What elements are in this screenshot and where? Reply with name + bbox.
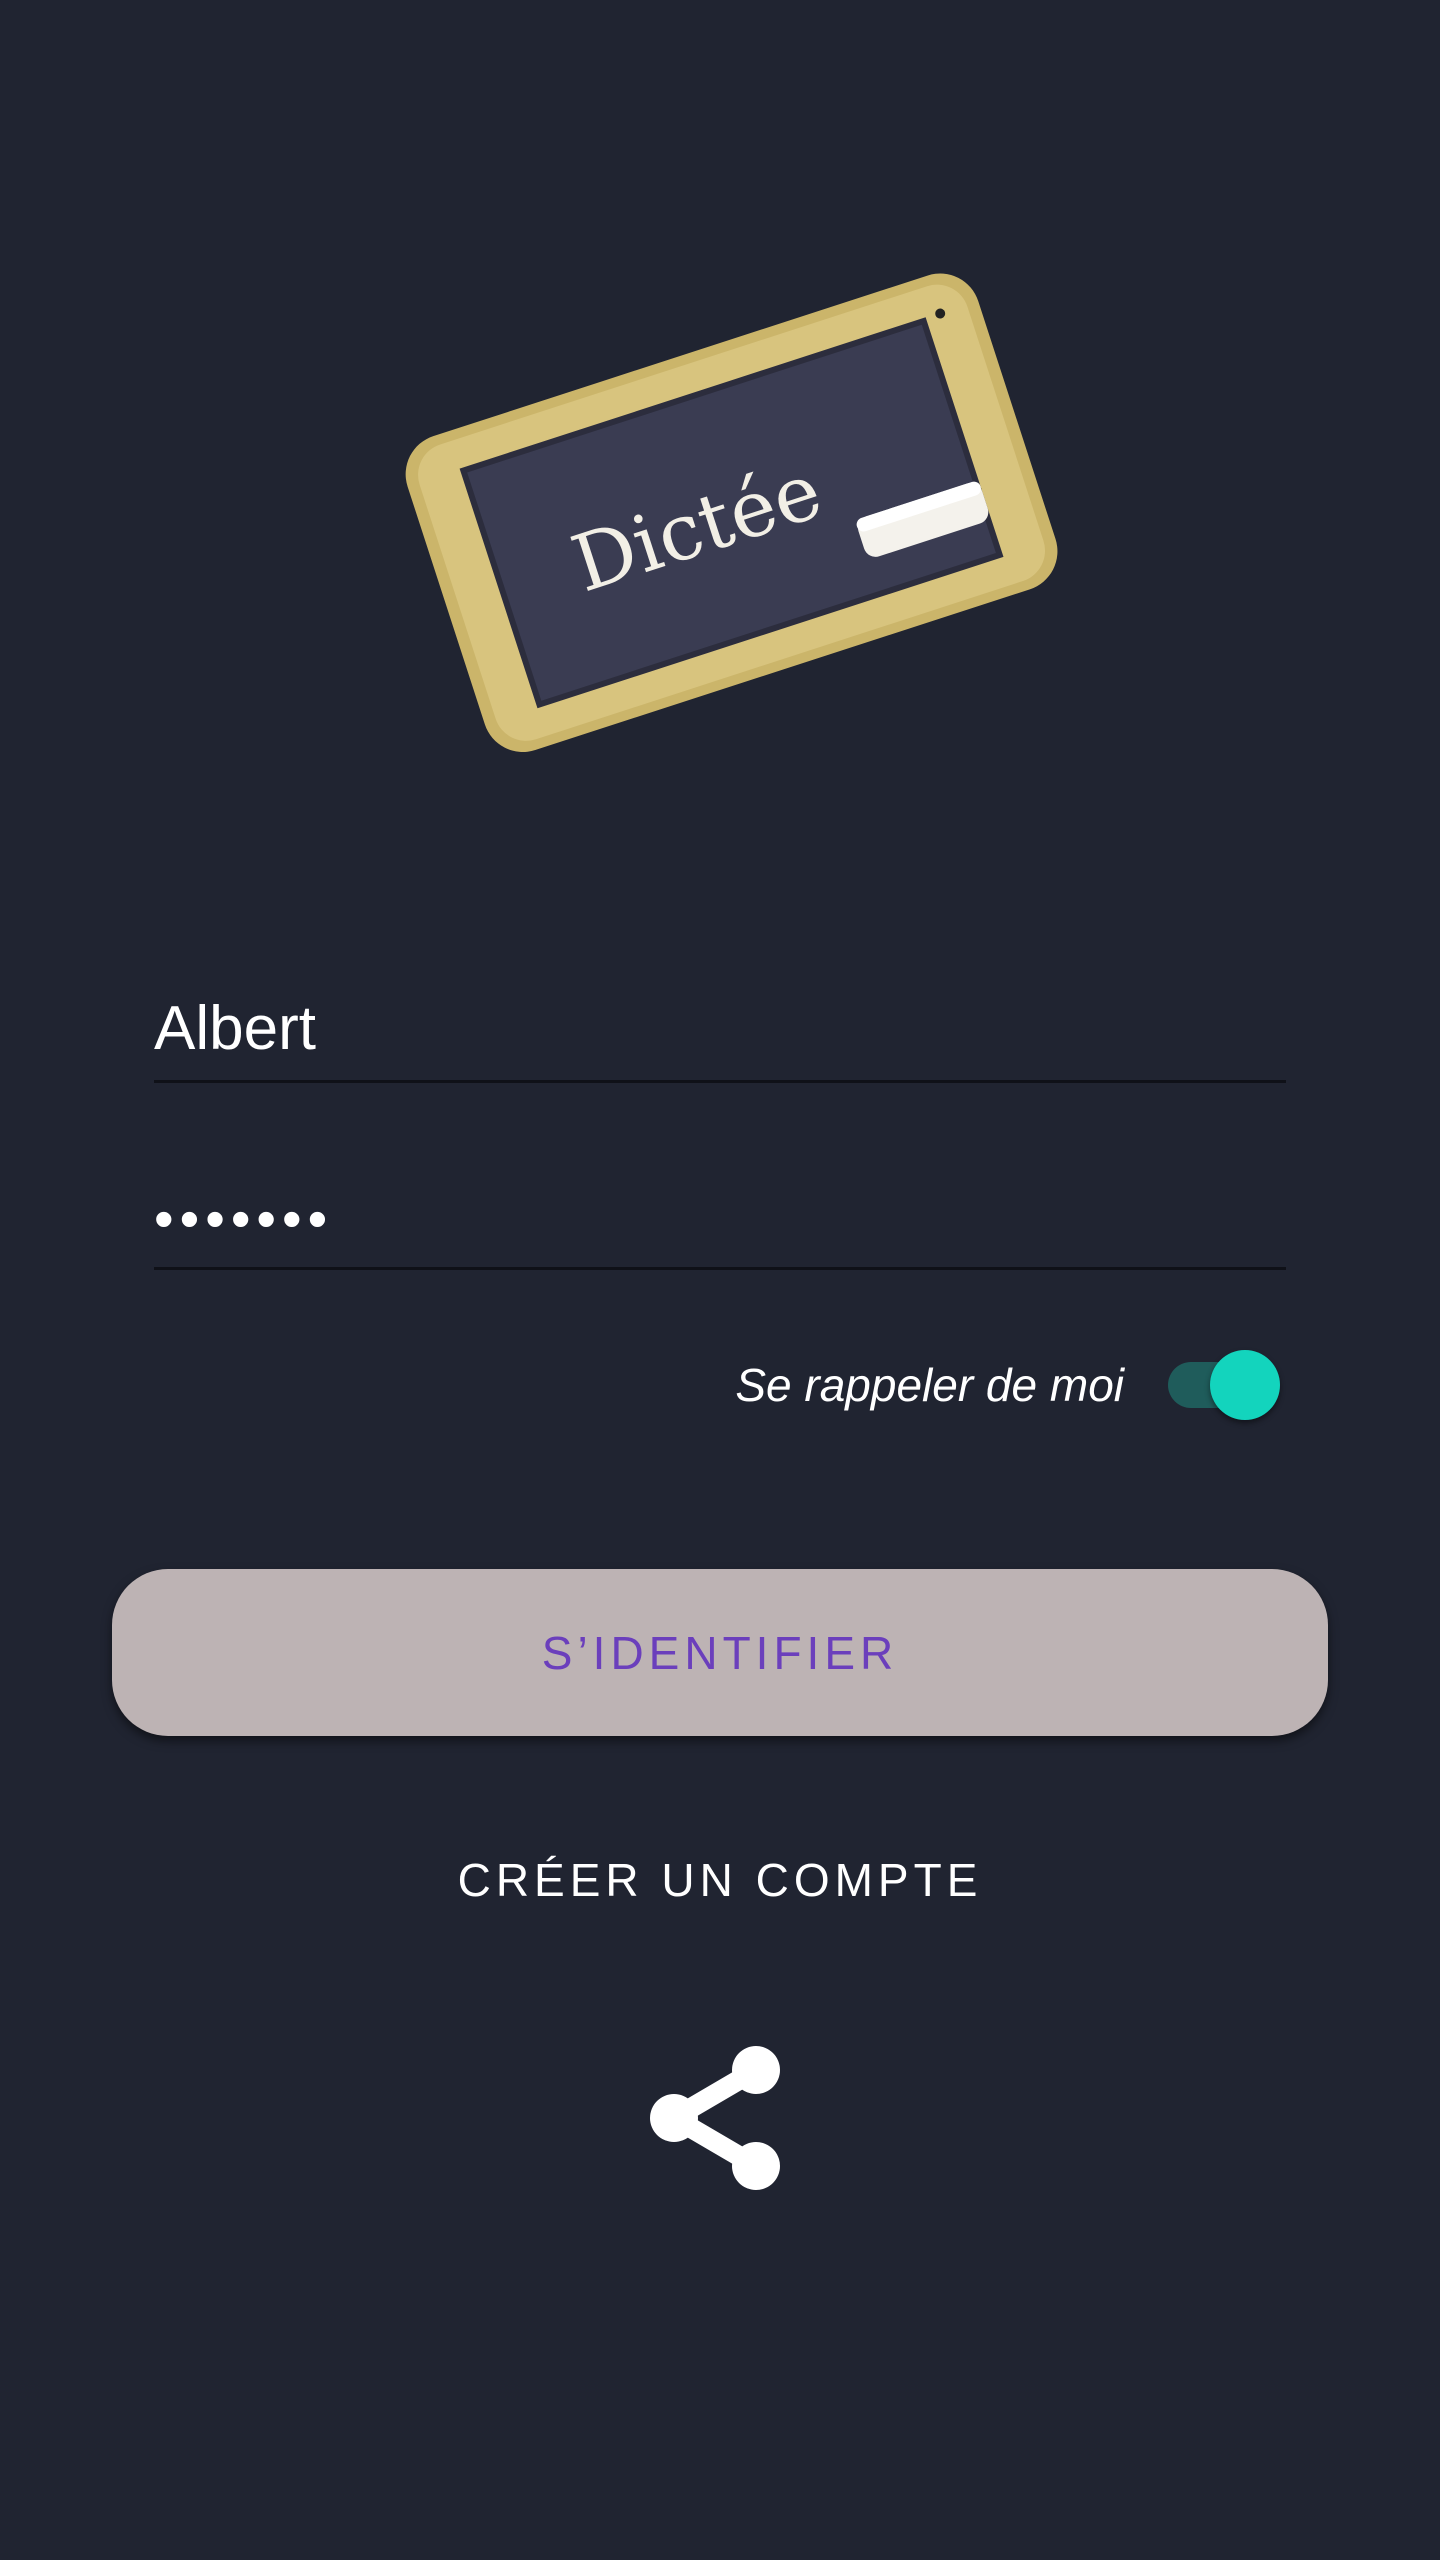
login-screen: Dictée Albert ••••••• Se rappeler de moi…	[0, 0, 1440, 2560]
app-logo: Dictée	[390, 238, 1070, 778]
switch-thumb	[1210, 1350, 1280, 1420]
share-button[interactable]	[642, 2040, 798, 2196]
remember-me-row: Se rappeler de moi	[735, 1350, 1280, 1420]
create-account-label: CRÉER UN COMPTE	[457, 1854, 983, 1906]
username-value: Albert	[154, 994, 316, 1063]
username-field[interactable]: Albert	[154, 998, 1286, 1083]
remember-me-label: Se rappeler de moi	[735, 1359, 1124, 1411]
password-value: •••••••	[154, 1187, 334, 1250]
create-account-button[interactable]: CRÉER UN COMPTE	[320, 1840, 1120, 1920]
login-button-label: S’IDENTIFIER	[541, 1626, 899, 1679]
remember-me-switch[interactable]	[1164, 1350, 1280, 1420]
slate-logo-image: Dictée	[405, 273, 1058, 752]
password-field[interactable]: •••••••	[154, 1183, 1286, 1270]
share-icon	[650, 2046, 780, 2190]
login-button[interactable]: S’IDENTIFIER	[112, 1569, 1328, 1736]
